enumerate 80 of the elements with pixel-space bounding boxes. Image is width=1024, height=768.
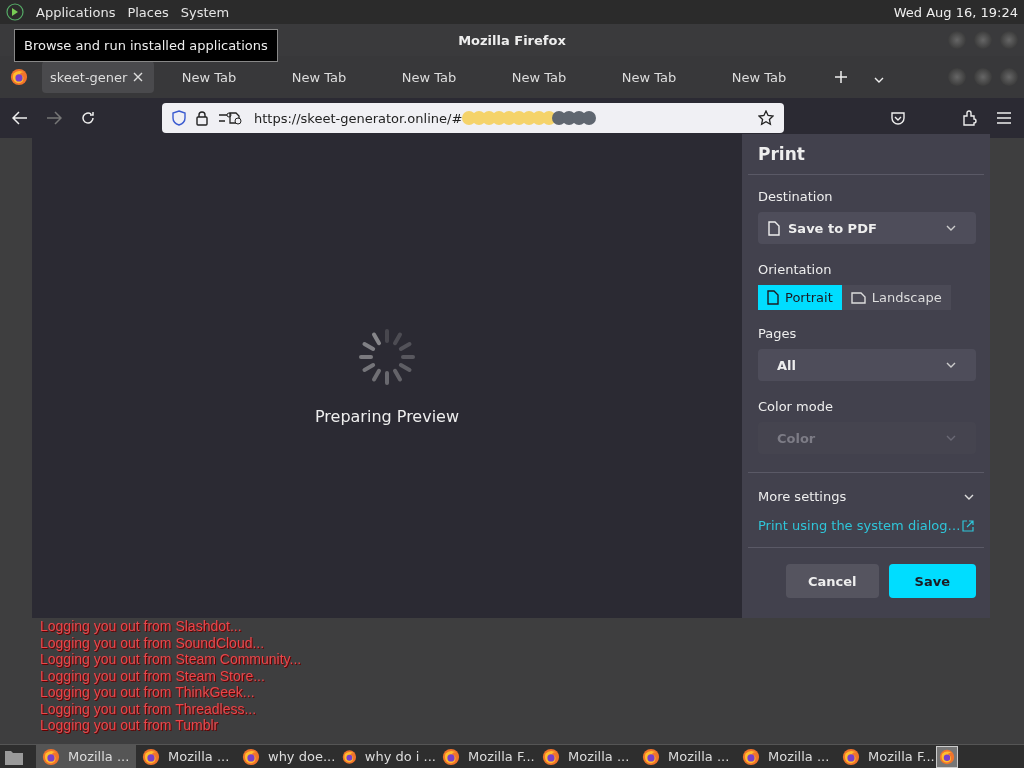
shield-icon — [172, 110, 186, 126]
firefox-icon — [842, 747, 860, 766]
chevron-down-icon — [946, 435, 956, 441]
chevron-down-icon — [946, 225, 956, 231]
panel-menu[interactable]: Applications — [36, 4, 116, 20]
more-settings-toggle[interactable]: More settings — [758, 473, 984, 518]
field-label: Pages — [758, 326, 798, 341]
taskbar-item[interactable]: Mozilla ... — [136, 745, 236, 768]
taskbar-item[interactable]: Mozilla ... — [636, 745, 736, 768]
plus-icon[interactable] — [834, 70, 848, 84]
taskbar-item[interactable]: why doe... — [236, 745, 336, 768]
log-line: Logging you out from Steam Store... — [40, 667, 266, 684]
page-icon — [768, 220, 780, 236]
browser-tab[interactable]: New Tab — [484, 61, 594, 93]
taskbar-item[interactable]: Mozilla F... — [836, 745, 936, 768]
taskbar-window-button[interactable] — [936, 745, 958, 768]
system-dialog-link[interactable]: Print using the system dialog… — [758, 518, 961, 533]
log-line: Logging you out from ThinkGeek... — [40, 684, 256, 701]
star-icon[interactable] — [758, 110, 774, 126]
panel-menu[interactable]: Places — [127, 4, 169, 20]
firefox-icon — [342, 747, 357, 766]
taskbar-item[interactable]: Mozilla F... — [436, 745, 536, 768]
firefox-icon — [642, 747, 660, 766]
cancel-button[interactable]: Cancel — [786, 564, 879, 598]
chevron-down-icon — [946, 362, 956, 368]
firefox-icon — [742, 747, 760, 766]
window-title: Mozilla Firefox — [458, 32, 566, 48]
panel-title: Print — [758, 144, 805, 164]
firefox-icon — [442, 747, 460, 766]
taskbar-item[interactable]: Mozilla ... — [536, 745, 636, 768]
log-line: Logging you out from Slashdot... — [40, 618, 243, 635]
field-label: Orientation — [758, 262, 833, 277]
clock: Wed Aug 16, 19:24 — [893, 4, 1018, 20]
taskbar-item[interactable]: why do i ... — [336, 745, 436, 768]
applications-menu-icon[interactable] — [6, 3, 24, 21]
save-button[interactable]: Save — [888, 564, 976, 598]
landscape-page-icon — [850, 291, 866, 304]
lock-icon — [196, 110, 208, 126]
back-icon[interactable] — [12, 111, 28, 125]
preview-status: Preparing Preview — [314, 406, 460, 426]
destination-dropdown[interactable]: Save to PDF — [758, 212, 976, 244]
permissions-icon — [218, 111, 244, 125]
taskbar-item[interactable]: Mozilla ... — [736, 745, 836, 768]
reload-icon[interactable] — [80, 110, 96, 126]
log-line: Logging you out from Threadless... — [40, 700, 258, 717]
chevron-down-icon — [874, 76, 884, 83]
address-field[interactable]: https://skeet-generator.online/# — [162, 103, 784, 133]
pocket-icon[interactable] — [890, 110, 906, 126]
tooltip: Browse and run installed applications — [14, 29, 278, 62]
extensions-icon[interactable] — [962, 110, 978, 126]
chevron-down-icon — [964, 493, 974, 500]
firefox-icon — [42, 747, 60, 766]
orientation-option[interactable]: Landscape — [841, 285, 951, 310]
external-link-icon[interactable] — [962, 519, 974, 532]
browser-tab[interactable]: skeet-gener — [42, 61, 154, 93]
browser-tab[interactable]: New Tab — [594, 61, 704, 93]
browser-tab[interactable]: New Tab — [154, 61, 264, 93]
loading-spinner-icon — [357, 326, 417, 387]
firefox-icon — [242, 747, 260, 766]
menu-icon[interactable] — [996, 111, 1012, 125]
panel-menu[interactable]: System — [180, 4, 230, 20]
browser-tab[interactable]: New Tab — [264, 61, 374, 93]
taskbar-item[interactable]: Mozilla ... — [36, 745, 136, 768]
log-line: Logging you out from Tumblr — [40, 717, 220, 734]
forward-icon[interactable] — [46, 111, 62, 125]
log-line: Logging you out from SoundCloud... — [40, 634, 266, 651]
field-label: Color mode — [758, 399, 834, 414]
firefox-icon — [142, 747, 160, 766]
field-label: Destination — [758, 189, 834, 204]
browser-tab[interactable]: New Tab — [374, 61, 484, 93]
browser-tab[interactable]: New Tab — [704, 61, 814, 93]
firefox-icon — [542, 747, 560, 766]
firefox-icon — [939, 748, 955, 765]
page-icon — [767, 290, 779, 305]
close-icon[interactable] — [133, 72, 144, 82]
firefox-icon — [10, 68, 28, 86]
pages-dropdown[interactable]: All — [758, 349, 976, 381]
log-line: Logging you out from Steam Community... — [40, 651, 303, 668]
url-text: https://skeet-generator.online/# — [254, 110, 463, 126]
orientation-option[interactable]: Portrait — [758, 285, 842, 310]
